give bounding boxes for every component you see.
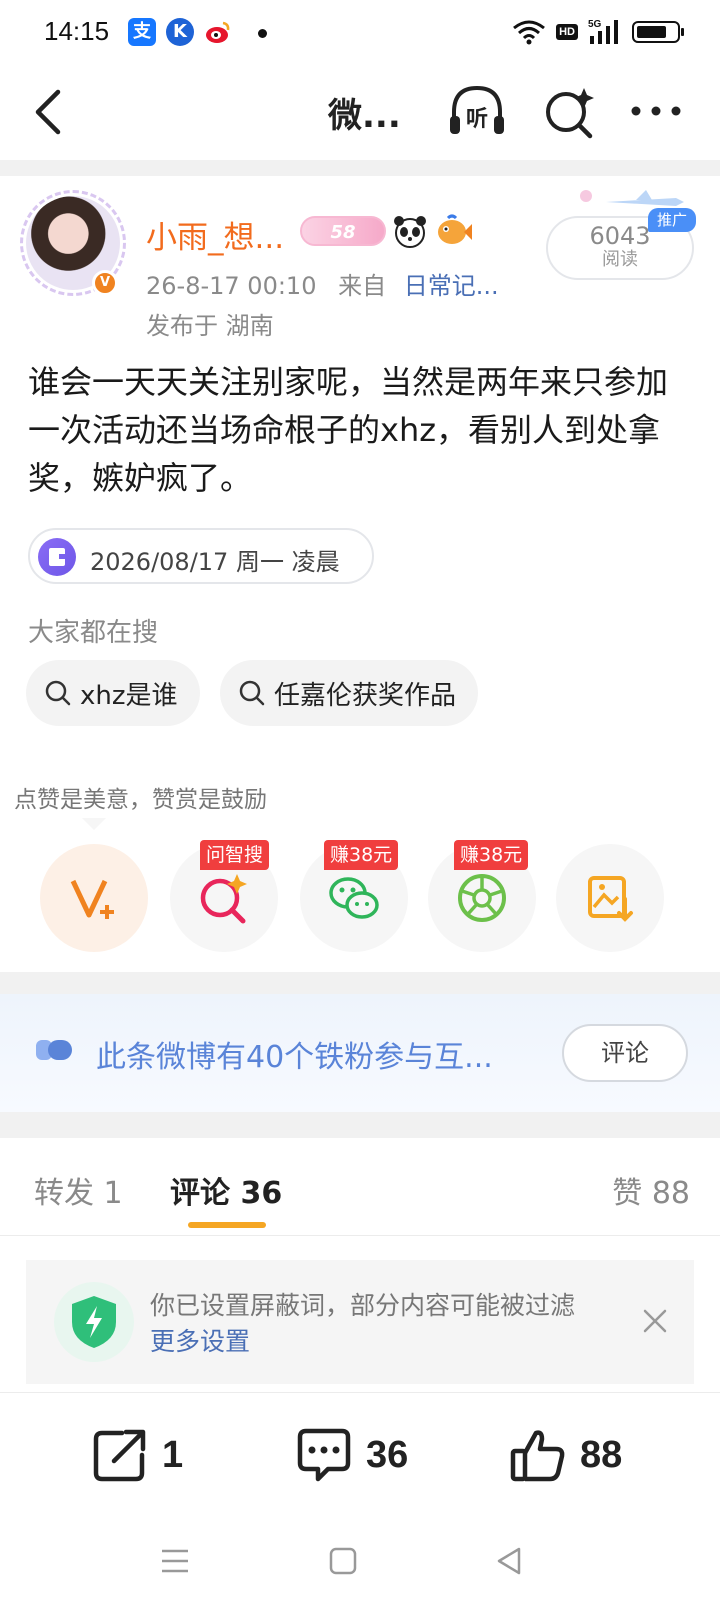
signal-5g-icon: 5G xyxy=(588,19,618,44)
interaction-tabs: 转发 1 评论 36 赞 88 xyxy=(0,1138,720,1236)
panda-icon xyxy=(394,216,426,248)
status-time: 14:15 xyxy=(44,16,110,46)
comment-bar-button[interactable]: 36 xyxy=(296,1423,408,1487)
repost-button[interactable]: 1 xyxy=(92,1423,183,1487)
thumbs-up-icon xyxy=(510,1430,565,1482)
weibo-icon xyxy=(204,18,232,46)
status-indicators: HD 5G xyxy=(512,16,684,48)
more-options-icon[interactable] xyxy=(628,100,684,122)
reward-tip: 点赞是美意，赞赏是鼓励 xyxy=(14,787,267,813)
section-divider xyxy=(0,972,720,994)
username[interactable]: 小雨_想... xyxy=(146,212,284,257)
zhisou-search-icon[interactable] xyxy=(542,84,598,140)
alipay-icon: 支 xyxy=(128,18,156,46)
filter-notice: 你已设置屏蔽词，部分内容可能被过滤 更多设置 xyxy=(26,1260,694,1384)
svg-text:5G: 5G xyxy=(588,19,602,30)
moments-icon xyxy=(458,874,506,922)
active-tab-indicator xyxy=(188,1222,266,1228)
fans-banner[interactable]: 此条微博有40个铁粉参与互... 评论 xyxy=(0,994,720,1112)
more-settings-link[interactable]: 更多设置 xyxy=(150,1322,250,1358)
post-location: 发布于 湖南 xyxy=(146,312,274,340)
shield-icon xyxy=(72,1296,116,1348)
home-icon[interactable] xyxy=(328,1546,358,1576)
save-image-icon xyxy=(588,876,633,922)
wechat-icon xyxy=(329,877,379,919)
post-meta: 26-8-17 00:10 来自 日常记... xyxy=(146,266,499,301)
comment-icon xyxy=(297,1428,351,1482)
fish-icon xyxy=(438,214,472,244)
share-wechat-tag: 赚38元 xyxy=(324,840,399,870)
zhisou-search-icon xyxy=(200,874,247,924)
hot-search-chip-1[interactable]: xhz是谁 xyxy=(26,660,200,726)
save-image-button[interactable] xyxy=(556,844,664,952)
share-moments-tag: 赚38元 xyxy=(454,840,529,870)
fans-flag-icon xyxy=(36,1040,72,1060)
hot-search-chip-2[interactable]: 任嘉伦获奖作品 xyxy=(220,660,479,726)
search-icon xyxy=(239,680,265,706)
status-bar: 14:15 支 K HD 5G xyxy=(0,0,720,64)
tab-likes[interactable]: 赞 88 xyxy=(612,1168,690,1212)
post-time: 26-8-17 00:10 xyxy=(146,272,317,300)
level-badge: 58 xyxy=(300,216,386,246)
hot-search-chip-label: xhz是谁 xyxy=(80,680,178,711)
search-icon xyxy=(45,680,71,706)
back-triangle-icon[interactable] xyxy=(494,1546,524,1576)
repost-count: 1 xyxy=(162,1433,184,1476)
top-nav-bar: 微... 听 xyxy=(0,64,720,160)
bottom-action-bar: 1 36 88 xyxy=(0,1392,720,1516)
tab-comments[interactable]: 评论 36 xyxy=(170,1168,282,1212)
k-app-icon: K xyxy=(166,18,194,46)
reward-button[interactable] xyxy=(40,844,148,952)
comment-button[interactable]: 评论 xyxy=(562,1024,688,1082)
post-source-link[interactable]: 日常记... xyxy=(404,272,499,300)
post-body: 谁会一天天关注别家呢，当然是两年来只参加一次活动还当场命根子的xhz，看别人到处… xyxy=(28,363,669,497)
promo-tag: 推广 xyxy=(648,208,696,232)
reward-v-plus-icon xyxy=(70,879,114,919)
like-count: 88 xyxy=(580,1433,623,1476)
read-label: 阅读 xyxy=(602,249,638,270)
section-divider xyxy=(0,1112,720,1138)
repost-icon xyxy=(93,1429,146,1482)
back-arrow-icon[interactable] xyxy=(28,86,76,138)
wifi-icon xyxy=(513,20,546,45)
page-title: 微... xyxy=(328,96,401,136)
ask-zhisou-tag: 问智搜 xyxy=(200,840,270,870)
verified-v-icon: V xyxy=(92,270,118,296)
comment-count: 36 xyxy=(366,1433,409,1476)
date-chip-text: 2026/08/17 周一 凌晨 xyxy=(90,548,340,576)
hot-search-chip-label: 任嘉伦获奖作品 xyxy=(274,680,457,711)
date-chip[interactable]: 2026/08/17 周一 凌晨 xyxy=(28,528,374,584)
hd-badge: HD xyxy=(556,24,578,40)
hot-search-title: 大家都在搜 xyxy=(28,618,159,648)
listen-headphone-icon[interactable]: 听 xyxy=(446,82,508,140)
filter-notice-text: 你已设置屏蔽词，部分内容可能被过滤 xyxy=(150,1291,576,1320)
tab-repost[interactable]: 转发 1 xyxy=(34,1168,123,1212)
notification-dot-icon xyxy=(258,29,267,38)
tip-caret xyxy=(82,818,106,830)
diary-icon xyxy=(38,538,76,576)
system-navigation-bar xyxy=(0,1516,720,1612)
menu-icon[interactable] xyxy=(160,1546,190,1576)
battery-icon xyxy=(632,21,684,43)
post-from-label: 来自 xyxy=(338,272,387,300)
like-button[interactable]: 88 xyxy=(510,1423,622,1487)
section-divider xyxy=(0,160,720,176)
listen-label: 听 xyxy=(466,107,488,132)
shield-icon-wrap xyxy=(54,1282,134,1362)
close-icon[interactable] xyxy=(640,1306,670,1336)
fans-banner-text: 此条微博有40个铁粉参与互... xyxy=(96,1040,493,1075)
